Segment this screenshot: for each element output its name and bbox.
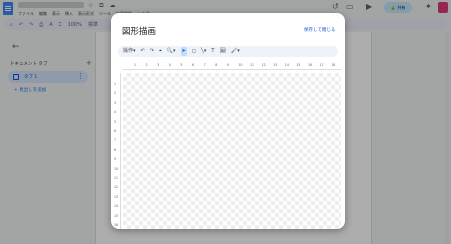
image-icon[interactable]: 🖼 — [219, 47, 225, 56]
paint-format-icon[interactable]: ⌖ — [159, 47, 162, 56]
redo-icon[interactable]: ↷ — [150, 47, 154, 56]
ruler-tick-label: 13 — [273, 63, 278, 67]
ruler-tick-label: 9 — [226, 63, 229, 67]
save-and-close-button[interactable]: 保存して閉じる — [304, 27, 335, 33]
ruler-tick-label: 6 — [114, 129, 117, 133]
ruler-tick-label: 3 — [157, 63, 160, 67]
ruler-tick-label: 14 — [284, 63, 289, 67]
ruler-tick-label: 4 — [114, 110, 117, 115]
ruler-tick-label: 11 — [250, 63, 255, 67]
ruler-tick-label: 10 — [114, 166, 119, 171]
horizontal-ruler: 1 2 3 4 5 6 7 8 9 10 11 12 13 14 15 16 17 18 — [123, 61, 341, 71]
ruler-tick-label: 15 — [296, 63, 301, 67]
ruler-tick-label: 16 — [114, 223, 119, 227]
ruler-tick-label: 1 — [134, 63, 137, 67]
ruler-tick-label: 12 — [261, 63, 266, 67]
actions-menu-label: 操作 — [123, 48, 134, 54]
zoom-icon[interactable]: 🔍▾ — [167, 47, 176, 56]
ruler-tick-label: 13 — [114, 194, 119, 199]
ruler-tick-label: 7 — [114, 138, 117, 143]
ruler-baseline — [123, 69, 341, 70]
ruler-tick-label: 15 — [114, 213, 119, 218]
ruler-tick-label: 8 — [215, 63, 218, 67]
ruler-tick-label: 17 — [319, 63, 324, 67]
line-glyph: ╲ — [200, 48, 204, 54]
vertical-ruler: 1 2 3 4 5 6 7 8 9 10 11 12 13 14 15 16 — [113, 73, 121, 229]
drawing-tools: 操作▾ ↶ ↷ ⌖ 🔍▾ ➤ ◻ ╲▾ T 🖼 🖌▾ — [123, 47, 240, 56]
ruler-tick-label: 3 — [114, 100, 117, 105]
ruler-baseline — [120, 73, 121, 229]
ruler-tick-label: 5 — [114, 119, 117, 124]
ruler-tick-label: 4 — [168, 63, 171, 67]
ruler-tick-label: 2 — [145, 63, 148, 67]
ruler-tick-label: 10 — [238, 63, 243, 67]
select-tool-icon[interactable]: ➤ — [180, 47, 187, 56]
ruler-tick-label: 7 — [203, 63, 206, 67]
ruler-tick-label: 16 — [308, 63, 313, 67]
ruler-tick-label: 6 — [192, 63, 195, 67]
ruler-tick-label: 12 — [114, 185, 119, 190]
ruler-tick-label: 5 — [180, 63, 183, 67]
ruler-tick-label: 2 — [114, 91, 117, 96]
ruler-tick-label: 18 — [331, 63, 336, 67]
ruler-tick-label: 9 — [114, 157, 117, 162]
ruler-tick-label: 1 — [114, 82, 117, 86]
dialog-title: 図形描画 — [122, 27, 157, 37]
ruler-tick-label: 11 — [114, 176, 119, 180]
line-icon[interactable]: ╲▾ — [201, 47, 207, 56]
actions-menu[interactable]: 操作▾ — [123, 47, 136, 56]
drawing-dialog: 図形描画 保存して閉じる 操作▾ ↶ ↷ ⌖ 🔍▾ ➤ ◻ ╲▾ T 🖼 🖌▾ … — [111, 13, 345, 229]
fill-glyph: 🖌 — [230, 48, 238, 54]
zoom-glyph: 🔍 — [166, 48, 173, 54]
text-box-icon[interactable]: T — [211, 47, 214, 56]
drawing-canvas[interactable] — [123, 73, 341, 229]
undo-icon[interactable]: ↶ — [141, 47, 145, 56]
shape-icon[interactable]: ◻ — [192, 47, 196, 56]
ruler-tick-label: 8 — [114, 147, 117, 152]
ruler-tick-label: 14 — [114, 204, 119, 209]
fill-color-icon[interactable]: 🖌▾ — [231, 47, 240, 56]
